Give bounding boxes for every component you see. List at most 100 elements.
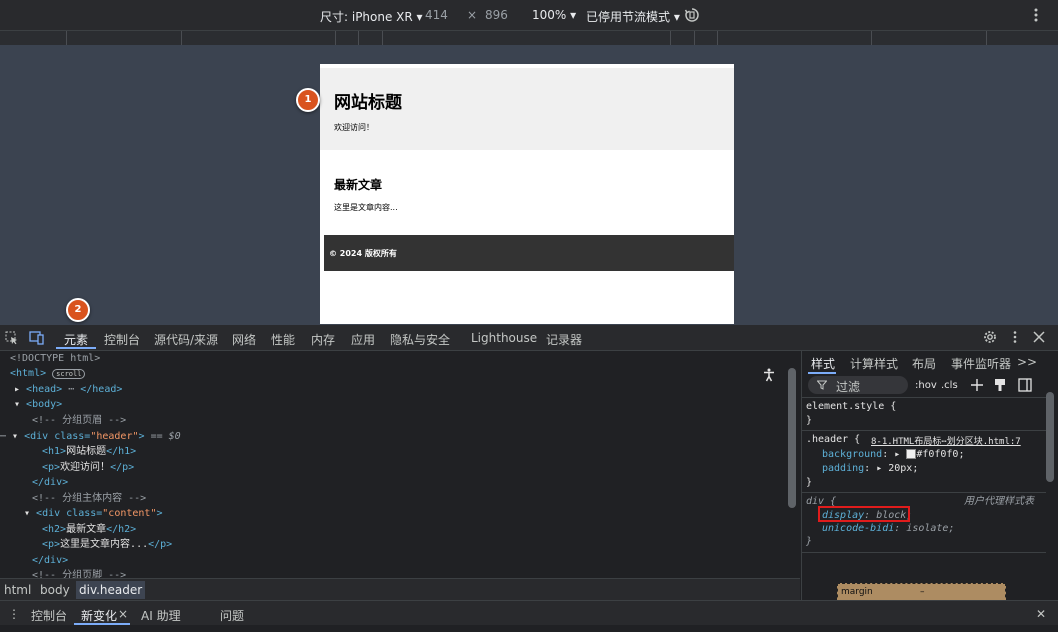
- more-tabs-button[interactable]: >>: [1017, 355, 1037, 369]
- emulated-page: 网站标题 欢迎访问！ 最新文章 这里是文章内容... © 2024 版权所有: [320, 64, 734, 324]
- margin-value: –: [920, 587, 925, 597]
- settings-gear-icon[interactable]: [983, 330, 997, 344]
- cls-toggle[interactable]: .cls: [941, 380, 958, 391]
- dimension-separator: ×: [467, 8, 478, 22]
- devtools-menu-icon[interactable]: [1010, 330, 1020, 344]
- tab-application[interactable]: 应用: [351, 331, 375, 348]
- active-tab-indicator: [56, 347, 96, 349]
- divider: [802, 397, 1046, 398]
- body-node[interactable]: ▾ <body>: [14, 397, 62, 412]
- tab-layout[interactable]: 布局: [912, 355, 936, 372]
- zoom-dropdown[interactable]: 100% ▾: [532, 8, 576, 22]
- drawer-tab-issues[interactable]: 问题: [220, 607, 244, 624]
- div-header-close[interactable]: </div>: [32, 475, 68, 490]
- footer-text: © 2024 版权所有: [329, 249, 397, 258]
- drawer-tab-close-icon[interactable]: ×: [118, 607, 128, 621]
- div-header-node[interactable]: ⋯ ▾ <div class="header"> == $0: [0, 429, 181, 444]
- throttle-dropdown[interactable]: 已停用节流模式 ▾: [586, 8, 680, 25]
- device-height-input[interactable]: 896: [485, 8, 508, 22]
- add-rule-icon[interactable]: [970, 378, 984, 392]
- device-dimensions-dropdown[interactable]: 尺寸: iPhone XR ▾: [320, 8, 423, 25]
- header-selector[interactable]: .header {: [806, 433, 860, 447]
- tab-recorder[interactable]: 记录器: [546, 331, 582, 348]
- drawer-tab-ai-assistant[interactable]: AI 助理: [141, 607, 181, 624]
- brace: }: [806, 477, 813, 488]
- breadcrumb-div-header[interactable]: div.header: [76, 581, 146, 599]
- article-heading: 最新文章: [334, 178, 383, 192]
- device-toggle-icon[interactable]: [29, 331, 45, 345]
- site-title: 网站标题: [334, 93, 402, 113]
- tab-sources[interactable]: 源代码/来源: [154, 331, 218, 348]
- drawer-tab-whats-new[interactable]: 新变化: [81, 607, 117, 624]
- tab-lighthouse[interactable]: Lighthouse: [471, 331, 537, 345]
- tab-performance[interactable]: 性能: [271, 331, 295, 348]
- bottom-strip: [0, 625, 1058, 632]
- tab-elements[interactable]: 元素: [64, 331, 88, 348]
- highlight-box: [818, 506, 910, 522]
- divider: [802, 430, 1046, 431]
- devtools-tab-bar: 元素 控制台 源代码/来源 网络 性能 内存 应用 隐私与安全 Lighthou…: [0, 325, 1058, 351]
- div-content-node[interactable]: ▾ <div class="content">: [24, 506, 163, 521]
- background-declaration[interactable]: background: ▸ #f0f0f0;: [822, 448, 964, 462]
- unicode-bidi-declaration: unicode-bidi: isolate;: [822, 523, 955, 534]
- tab-computed[interactable]: 计算样式: [850, 355, 898, 372]
- divider: [802, 552, 1046, 553]
- brace: }: [806, 415, 813, 426]
- rotate-icon[interactable]: [684, 7, 700, 23]
- html-node[interactable]: <html> scroll: [10, 366, 86, 381]
- tab-console[interactable]: 控制台: [104, 331, 140, 348]
- h2-node[interactable]: <h2>最新文章</h2>: [42, 522, 136, 537]
- div-content-close[interactable]: </div>: [32, 553, 68, 568]
- step-badge-1: 1: [296, 88, 320, 112]
- welcome-text: 欢迎访问！: [334, 123, 374, 132]
- drawer-close-icon[interactable]: ✕: [1036, 607, 1046, 621]
- tab-network[interactable]: 网络: [232, 331, 256, 348]
- head-node[interactable]: ▸ <head> ⋯ </head>: [14, 382, 122, 397]
- hov-toggle[interactable]: :hov: [915, 380, 937, 391]
- header-source-link[interactable]: 8-1.HTML布局标⋯划分区块.html:7: [871, 435, 1021, 449]
- page-footer: © 2024 版权所有: [324, 235, 734, 271]
- h1-node[interactable]: <h1>网站标题</h1>: [42, 444, 136, 459]
- drawer-menu-icon[interactable]: ⋮: [8, 607, 20, 621]
- accessibility-icon[interactable]: [762, 368, 776, 382]
- doctype-node[interactable]: <!DOCTYPE html>: [10, 351, 100, 366]
- tab-styles[interactable]: 样式: [811, 355, 835, 372]
- styles-tab-indicator: [808, 372, 836, 374]
- p-node[interactable]: <p>欢迎访问！</p>: [42, 460, 134, 475]
- paint-brush-icon[interactable]: [994, 378, 1006, 392]
- filter-icon: [817, 380, 827, 390]
- divider: [802, 492, 1046, 493]
- more-options-icon[interactable]: [1030, 7, 1042, 23]
- close-icon[interactable]: [1033, 331, 1045, 343]
- drawer-tab-bar: ⋮ 控制台 新变化 × AI 助理 问题 ✕: [0, 600, 1058, 626]
- device-toolbar: 尺寸: iPhone XR ▾ 414 × 896 100% ▾ 已停用节流模式…: [0, 0, 1058, 30]
- selected-marker: == $0: [150, 431, 181, 442]
- media-query-bar[interactable]: [0, 30, 1058, 46]
- padding-declaration[interactable]: padding: ▸ 20px;: [822, 462, 918, 476]
- inspect-element-icon[interactable]: [5, 331, 19, 345]
- scroll-badge[interactable]: scroll: [52, 369, 86, 379]
- styles-scrollbar[interactable]: [1046, 392, 1054, 482]
- color-swatch[interactable]: [906, 449, 917, 459]
- p2-node[interactable]: <p>这里是文章内容...</p>: [42, 537, 172, 552]
- step-badge-2: 2: [66, 298, 90, 322]
- breadcrumb: html body div.header: [0, 578, 800, 601]
- styles-pane: 样式 计算样式 布局 事件监听器 >> 过滤 :hov .cls element…: [801, 351, 1058, 600]
- tab-event-listeners[interactable]: 事件监听器: [951, 355, 1011, 372]
- elements-tree: <!DOCTYPE html> <html> scroll ▸ <head> ⋯…: [0, 351, 800, 578]
- breadcrumb-html[interactable]: html: [4, 583, 31, 597]
- element-style-rule[interactable]: element.style {: [806, 400, 896, 414]
- filter-placeholder: 过滤: [836, 380, 861, 394]
- styles-filter-input[interactable]: 过滤: [808, 376, 908, 394]
- elements-scrollbar[interactable]: [788, 368, 796, 508]
- brace: }: [806, 536, 813, 547]
- drawer-tab-console[interactable]: 控制台: [31, 607, 67, 624]
- comment-footer-node[interactable]: <!-- 分组页脚 -->: [32, 568, 126, 578]
- breadcrumb-body[interactable]: body: [40, 583, 70, 597]
- tab-memory[interactable]: 内存: [311, 331, 335, 348]
- tab-privacy-security[interactable]: 隐私与安全: [390, 331, 450, 348]
- toggle-sidebar-icon[interactable]: [1018, 378, 1032, 392]
- comment-content-node[interactable]: <!-- 分组主体内容 -->: [32, 491, 146, 506]
- comment-header-node[interactable]: <!-- 分组页眉 -->: [32, 413, 126, 428]
- device-width-input[interactable]: 414: [425, 8, 448, 22]
